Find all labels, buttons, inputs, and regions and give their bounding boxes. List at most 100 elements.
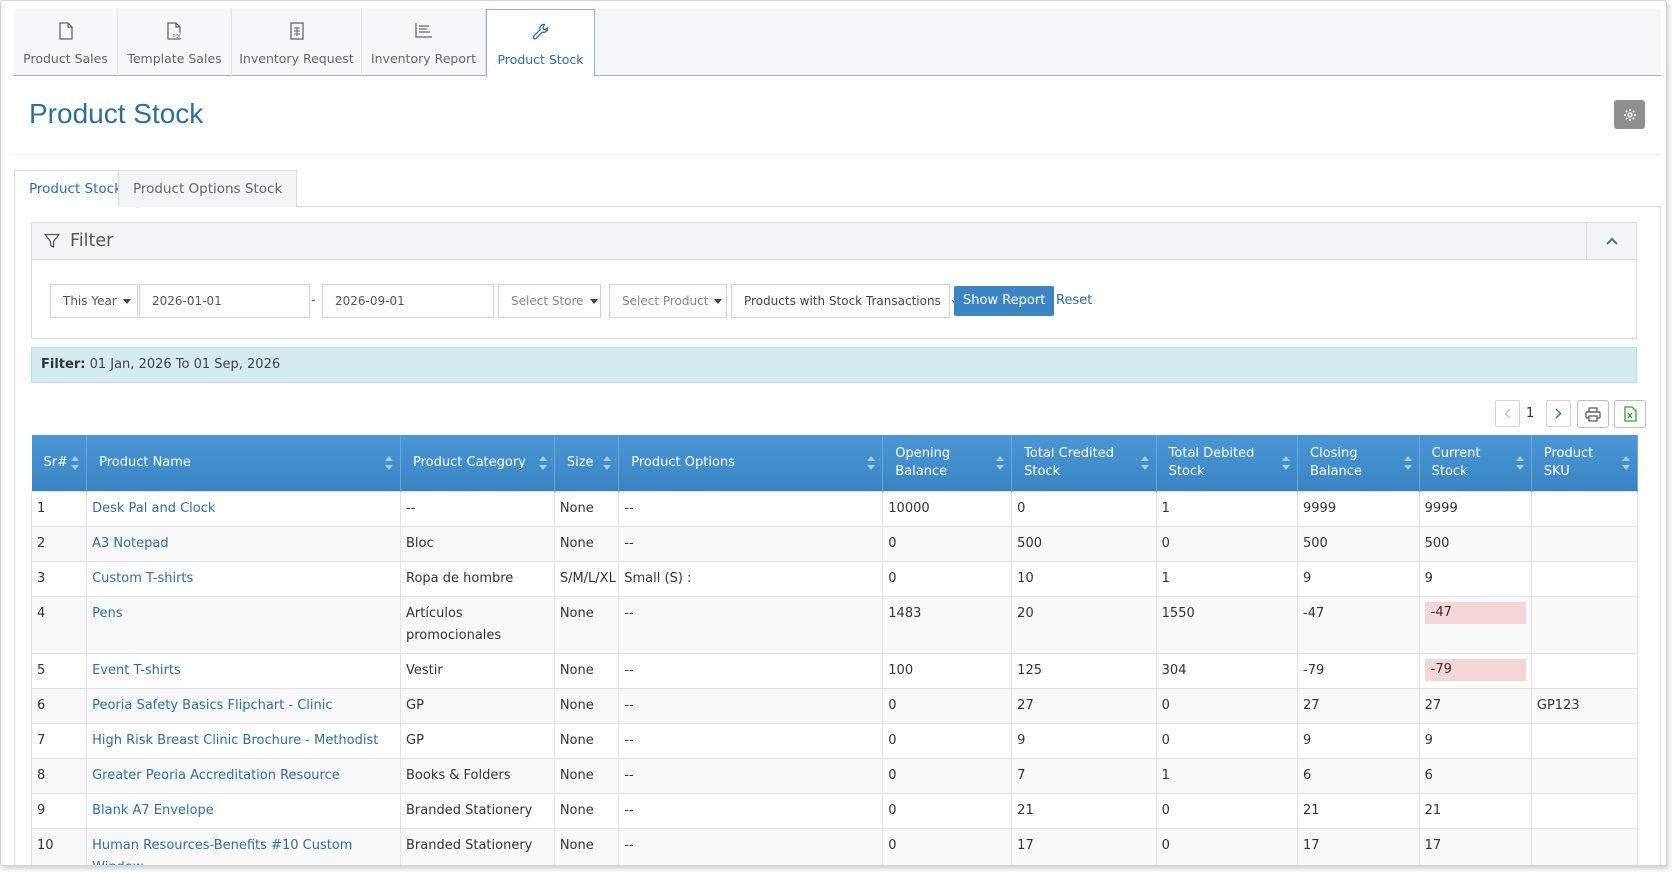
product-link[interactable]: Custom T-shirts xyxy=(92,571,193,586)
cell-closing-balance: 27 xyxy=(1297,687,1420,724)
product-select[interactable]: Select Product xyxy=(609,284,727,318)
cell-size: None xyxy=(553,595,620,654)
cell-closing-balance: -79 xyxy=(1297,652,1420,689)
product-link[interactable]: Desk Pal and Clock xyxy=(92,501,215,516)
nav-tab-label: Inventory Report xyxy=(370,51,477,66)
filter-title: Filter xyxy=(70,231,114,251)
collapse-button[interactable] xyxy=(1586,223,1636,259)
prev-page-button[interactable] xyxy=(1495,400,1520,427)
chevron-left-icon xyxy=(1504,408,1511,419)
cell-total-credited-stock: 0 xyxy=(1011,490,1157,527)
date-to-input[interactable]: 2026-09-01 xyxy=(322,284,494,318)
cell-value: 500 xyxy=(1017,535,1042,551)
product-link[interactable]: Event T-shirts xyxy=(92,663,181,678)
column-header-size[interactable]: Size xyxy=(554,435,620,491)
cell-value: 21 xyxy=(1017,802,1034,818)
cell-product-name: Blank A7 Envelope xyxy=(86,792,401,829)
print-button[interactable] xyxy=(1577,400,1609,428)
bar-list-icon xyxy=(362,22,485,42)
subtab-product-options-stock[interactable]: Product Options Stock xyxy=(118,170,298,207)
cell-total-debited-stock: 0 xyxy=(1155,827,1299,865)
period-dropdown[interactable]: This Year xyxy=(50,284,138,318)
product-link[interactable]: Blank A7 Envelope xyxy=(92,803,214,818)
cell-value: 304 xyxy=(1161,662,1187,678)
column-header-total-debited-stock[interactable]: Total Debited Stock xyxy=(1156,435,1299,491)
cell-product-options: -- xyxy=(618,792,884,829)
page-number[interactable]: 1 xyxy=(1526,406,1534,421)
cell-value: 10 xyxy=(37,837,54,853)
nav-tab-template-sales[interactable]: PDF Template Sales xyxy=(118,9,232,76)
cell-value: GP xyxy=(406,697,424,713)
cell-opening-balance: 0 xyxy=(882,687,1013,724)
cell-value: 0 xyxy=(1161,732,1170,748)
cell-total-debited-stock: 0 xyxy=(1155,792,1299,829)
column-header-total-credited-stock[interactable]: Total Credited Stock xyxy=(1011,435,1157,491)
cell-value: Ropa de hombre xyxy=(406,570,514,586)
product-link[interactable]: A3 Notepad xyxy=(92,536,169,551)
cell-value: 9 xyxy=(1303,732,1312,748)
cell-product-category: Artículos promocionales xyxy=(400,595,555,654)
nav-tab-label: Template Sales xyxy=(127,51,222,66)
cell-value: 6 xyxy=(1424,767,1433,783)
cell-product-name: Event T-shirts xyxy=(86,652,401,689)
cell-current-stock: 500 xyxy=(1418,525,1532,562)
column-header-current-stock[interactable]: Current Stock xyxy=(1419,435,1532,491)
cell-value: -79 xyxy=(1303,662,1325,678)
column-header-product-options[interactable]: Product Options xyxy=(618,435,884,491)
store-placeholder: Select Store xyxy=(511,294,584,308)
date-from-input[interactable]: 2026-01-01 xyxy=(139,284,310,318)
cell-closing-balance: 500 xyxy=(1297,525,1420,562)
product-link[interactable]: Peoria Safety Basics Flipchart - Clinic xyxy=(92,698,332,713)
scope-select[interactable]: Products with Stock Transactions xyxy=(731,284,959,318)
settings-button[interactable] xyxy=(1614,100,1645,129)
cell-product-sku xyxy=(1530,827,1639,865)
table-header-row: Sr# Product Name Product Category Size P… xyxy=(31,435,1639,491)
filter-header: Filter xyxy=(32,223,1636,260)
nav-tab-product-sales[interactable]: Product Sales xyxy=(14,9,118,76)
nav-tab-inventory-request[interactable]: Inventory Request xyxy=(232,9,362,76)
column-label: Product Options xyxy=(631,454,735,470)
cell-product-category: Ropa de hombre xyxy=(400,560,555,597)
product-link[interactable]: High Risk Breast Clinic Brochure - Metho… xyxy=(92,733,378,748)
cell-product-options: -- xyxy=(618,687,884,724)
column-header-product-category[interactable]: Product Category xyxy=(400,435,555,491)
cell-current-stock: -79 xyxy=(1418,652,1532,689)
column-header-product-sku[interactable]: Product SKU xyxy=(1531,435,1639,491)
product-link[interactable]: Greater Peoria Accreditation Resource xyxy=(92,768,340,783)
next-page-button[interactable] xyxy=(1546,400,1571,427)
cell-value: 0 xyxy=(888,570,897,586)
nav-tab-inventory-report[interactable]: Inventory Report xyxy=(362,9,486,76)
cell-value: -47 xyxy=(1303,605,1325,621)
cell-current-stock: 6 xyxy=(1418,757,1532,794)
cell-current-stock: 21 xyxy=(1418,792,1532,829)
sort-icon xyxy=(996,455,1005,470)
cell-value: Books & Folders xyxy=(406,767,511,783)
cell-total-debited-stock: 1550 xyxy=(1155,595,1299,654)
cell-opening-balance: 0 xyxy=(882,722,1013,759)
show-report-button[interactable]: Show Report xyxy=(954,286,1055,316)
export-excel-button[interactable] xyxy=(1614,400,1646,428)
cell-value: Vestir xyxy=(406,662,443,678)
column-header-closing-balance[interactable]: Closing Balance xyxy=(1297,435,1420,491)
product-link[interactable]: Pens xyxy=(92,606,122,621)
column-header-product-name[interactable]: Product Name xyxy=(86,435,401,491)
caret-down-icon xyxy=(122,299,131,304)
column-header-opening-balance[interactable]: Opening Balance xyxy=(882,435,1013,491)
nav-tab-product-stock[interactable]: Product Stock xyxy=(486,9,595,77)
cell-sr: 6 xyxy=(30,687,88,724)
store-select[interactable]: Select Store xyxy=(498,284,601,318)
column-label: Product Name xyxy=(99,454,191,470)
product-link[interactable]: Human Resources-Benefits #10 Custom Wind… xyxy=(92,838,352,866)
cell-value: -- xyxy=(624,802,634,818)
caret-down-icon xyxy=(589,299,598,304)
cell-total-debited-stock: 0 xyxy=(1155,722,1299,759)
cell-closing-balance: 9999 xyxy=(1297,490,1420,527)
reset-link[interactable]: Reset xyxy=(1056,293,1092,308)
column-header-sr[interactable]: Sr# xyxy=(31,435,88,491)
cell-opening-balance: 0 xyxy=(882,560,1013,597)
cell-closing-balance: 9 xyxy=(1297,560,1420,597)
cell-sr: 10 xyxy=(30,827,88,865)
cell-value: 0 xyxy=(888,767,897,783)
cell-current-stock: 9 xyxy=(1418,722,1532,759)
table-row: 3 Custom T-shirts Ropa de hombre S/M/L/XL Sm… xyxy=(30,560,1639,597)
